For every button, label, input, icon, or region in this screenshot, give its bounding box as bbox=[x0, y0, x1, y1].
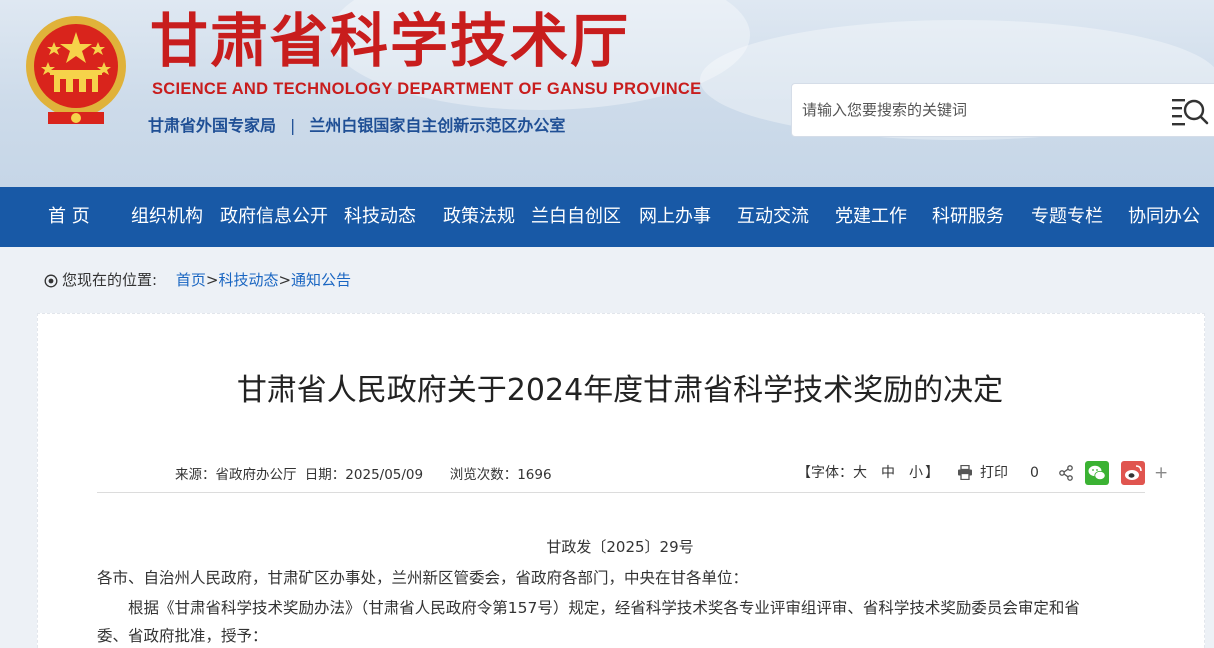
breadcrumb-link-tech-news[interactable]: 科技动态 bbox=[218, 271, 278, 289]
article-views: 浏览次数：1696 bbox=[449, 467, 552, 483]
nav-item-collaborative-office[interactable]: 协同办公 bbox=[1128, 187, 1200, 247]
affiliation-separator: | bbox=[290, 116, 296, 135]
site-title: 甘肃省科学技术厅 bbox=[150, 7, 631, 75]
breadcrumb: 您现在的位置: 首页>科技动态>通知公告 bbox=[44, 268, 351, 292]
wechat-share-icon[interactable] bbox=[1085, 461, 1109, 485]
article-meta: 来源：省政府办公厅 日期：2025/05/09 浏览次数：1696 bbox=[175, 463, 556, 483]
site-subtitle-en: SCIENCE AND TECHNOLOGY DEPARTMENT OF GAN… bbox=[152, 80, 702, 98]
nav-item-special-topics[interactable]: 专题专栏 bbox=[1031, 187, 1103, 247]
font-size-label-close: 】 bbox=[925, 465, 939, 481]
nav-item-organization[interactable]: 组织机构 bbox=[131, 187, 203, 247]
breadcrumb-link-home[interactable]: 首页 bbox=[176, 271, 206, 289]
main-nav: 首 页 组织机构 政府信息公开 科技动态 政策法规 兰白自创区 网上办事 互动交… bbox=[0, 187, 1214, 247]
font-size-label: 【字体： bbox=[797, 465, 853, 481]
nav-item-policies[interactable]: 政策法规 bbox=[443, 187, 515, 247]
site-header: 甘肃省科学技术厅 SCIENCE AND TECHNOLOGY DEPARTME… bbox=[0, 0, 1214, 187]
article-body-line: 根据《甘肃省科学技术奖励办法》（甘肃省人民政府令第157号）规定，经省科学技术奖… bbox=[128, 599, 1080, 617]
breadcrumb-label: 您现在的位置: bbox=[62, 271, 158, 289]
font-medium-button[interactable]: 中 bbox=[881, 459, 895, 487]
print-button[interactable]: 打印 bbox=[980, 459, 1008, 487]
share-icon[interactable] bbox=[1058, 465, 1074, 481]
site-affiliations: 甘肃省外国专家局 | 兰州白银国家自主创新示范区办公室 bbox=[148, 112, 565, 136]
article-source: 来源：省政府办公厅 bbox=[175, 467, 297, 483]
nav-item-home[interactable]: 首 页 bbox=[48, 187, 90, 247]
share-count: 0 bbox=[1030, 465, 1039, 481]
print-icon[interactable] bbox=[957, 465, 973, 480]
nav-item-interaction[interactable]: 互动交流 bbox=[737, 187, 809, 247]
article-body-line: 委、省政府批准，授予： bbox=[97, 627, 268, 645]
breadcrumb-link-notices[interactable]: 通知公告 bbox=[291, 271, 351, 289]
search-input[interactable] bbox=[792, 84, 1162, 136]
weibo-share-icon[interactable] bbox=[1121, 461, 1145, 485]
nav-item-gov-info[interactable]: 政府信息公开 bbox=[220, 187, 328, 247]
document-number: 甘政发〔2025〕29号 bbox=[546, 538, 694, 556]
affiliation-foreign-experts: 甘肃省外国专家局 bbox=[148, 116, 277, 135]
national-emblem-icon bbox=[26, 16, 126, 124]
nav-item-online-services[interactable]: 网上办事 bbox=[639, 187, 711, 247]
breadcrumb-separator: > bbox=[278, 271, 292, 289]
nav-item-party-building[interactable]: 党建工作 bbox=[835, 187, 907, 247]
article-title: 甘肃省人民政府关于2024年度甘肃省科学技术奖励的决定 bbox=[236, 373, 1004, 408]
nav-item-tech-news[interactable]: 科技动态 bbox=[344, 187, 416, 247]
search-icon[interactable] bbox=[1170, 93, 1210, 129]
breadcrumb-separator: > bbox=[205, 271, 219, 289]
font-large-button[interactable]: 大 bbox=[853, 459, 867, 487]
font-small-button[interactable]: 小 bbox=[909, 459, 923, 487]
meta-divider bbox=[97, 492, 1145, 493]
nav-item-lanbai-zone[interactable]: 兰白自创区 bbox=[531, 187, 621, 247]
more-share-button[interactable]: + bbox=[1154, 459, 1168, 487]
article-addressees: 各市、自治州人民政府，甘肃矿区办事处，兰州新区管委会，省政府各部门，中央在甘各单… bbox=[97, 569, 749, 587]
article-date: 日期：2025/05/09 bbox=[304, 467, 424, 483]
location-dot-icon bbox=[44, 274, 58, 287]
search-box bbox=[791, 83, 1214, 137]
nav-item-research-services[interactable]: 科研服务 bbox=[932, 187, 1004, 247]
affiliation-innovation-zone: 兰州白银国家自主创新示范区办公室 bbox=[309, 116, 566, 135]
